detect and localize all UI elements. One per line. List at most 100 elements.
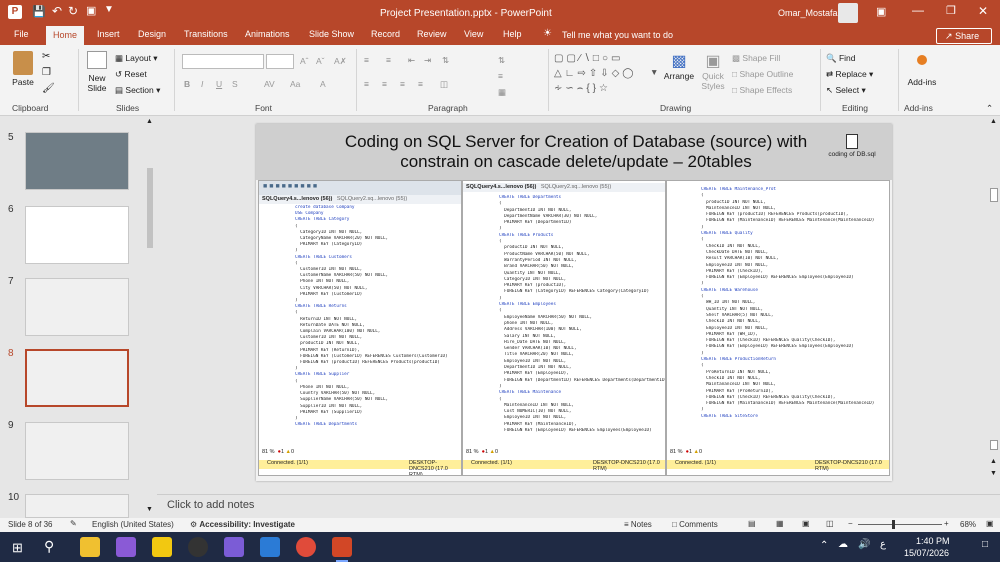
- sql-code[interactable]: create database Company USE Company CREATE…: [259, 205, 461, 441]
- volume-icon[interactable]: 🔊: [858, 539, 870, 550]
- increase-indent-icon[interactable]: ⇥: [424, 55, 431, 66]
- scroll-up-icon[interactable]: ▲: [990, 118, 997, 125]
- maximize-button[interactable]: ❐: [946, 4, 956, 17]
- notes-button[interactable]: ≡ Notes: [624, 520, 652, 529]
- clock-time[interactable]: 1:40 PM: [916, 536, 950, 546]
- select-button[interactable]: ↖ Select ▾: [826, 85, 866, 96]
- cut-icon[interactable]: ✂: [42, 51, 50, 62]
- notification-icon[interactable]: □: [982, 539, 988, 550]
- align-right-icon[interactable]: ≡: [400, 79, 405, 89]
- scrollbar-thumb[interactable]: [147, 168, 153, 248]
- tab-home[interactable]: Home: [46, 26, 85, 45]
- align-text-icon[interactable]: ≡: [498, 71, 503, 81]
- smartart-icon[interactable]: ▦: [498, 87, 506, 98]
- font-name-select[interactable]: [182, 54, 264, 69]
- slide-title[interactable]: Coding on SQL Server for Creation of Dat…: [306, 132, 846, 172]
- zoom-in-icon[interactable]: +: [944, 519, 949, 528]
- strikethrough-icon[interactable]: S: [232, 79, 238, 89]
- slide-sorter-icon[interactable]: ▦: [776, 519, 784, 528]
- cloud-icon[interactable]: ☁: [838, 539, 848, 550]
- qat-customize-icon[interactable]: ▼: [104, 4, 114, 15]
- powerpoint-taskbar-icon[interactable]: [332, 537, 352, 557]
- scroll-up-icon[interactable]: ▲: [146, 118, 153, 125]
- spelling-icon[interactable]: ✎: [70, 519, 77, 528]
- slide-thumbnail-selected[interactable]: [25, 349, 129, 407]
- normal-view-icon[interactable]: ▤: [748, 519, 756, 528]
- app-icon[interactable]: [260, 537, 280, 557]
- chrome-icon[interactable]: [296, 537, 316, 557]
- obs-icon[interactable]: [188, 537, 208, 557]
- tab-transitions[interactable]: Transitions: [184, 29, 228, 39]
- file-explorer-icon[interactable]: [80, 537, 100, 557]
- decrease-font-icon[interactable]: Aˇ: [316, 56, 325, 66]
- fit-slide-icon[interactable]: ▣: [986, 519, 994, 528]
- copy-icon[interactable]: ❐: [42, 67, 51, 78]
- columns-icon[interactable]: ◫: [440, 79, 448, 90]
- section-button[interactable]: ▤ Section ▾: [115, 85, 160, 96]
- scrollbar-thumb[interactable]: [990, 188, 998, 202]
- slide-thumbnail[interactable]: [25, 278, 129, 336]
- tab-help[interactable]: Help: [503, 29, 522, 39]
- tab-animations[interactable]: Animations: [245, 29, 290, 39]
- clock-date[interactable]: 15/07/2026: [904, 548, 949, 558]
- next-slide-icon[interactable]: ▼: [990, 470, 997, 477]
- align-left-icon[interactable]: ≡: [364, 79, 369, 89]
- notes-placeholder[interactable]: Click to add notes: [167, 499, 254, 511]
- notes-pane[interactable]: Click to add notes: [157, 494, 1000, 518]
- zoom-out-icon[interactable]: −: [848, 519, 853, 528]
- prev-slide-icon[interactable]: ▲: [990, 458, 997, 465]
- scroll-down-icon[interactable]: ▼: [146, 506, 153, 513]
- minimize-button[interactable]: —: [912, 3, 924, 17]
- tab-record[interactable]: Record: [371, 29, 400, 39]
- find-button[interactable]: 🔍 Find: [826, 53, 856, 64]
- windows-start-icon[interactable]: ⊞: [12, 540, 23, 556]
- scrollbar-thumb-2[interactable]: [990, 440, 998, 450]
- tab-design[interactable]: Design: [138, 29, 166, 39]
- tab-file[interactable]: File: [14, 29, 29, 39]
- clear-format-icon[interactable]: A✗: [334, 56, 347, 67]
- powerbi-icon[interactable]: [152, 537, 172, 557]
- bold-icon[interactable]: B: [184, 79, 190, 89]
- quick-styles-button[interactable]: ▣ Quick Styles: [698, 51, 728, 91]
- search-icon[interactable]: ⚲: [44, 538, 54, 555]
- tab-review[interactable]: Review: [417, 29, 447, 39]
- decrease-indent-icon[interactable]: ⇤: [408, 55, 415, 66]
- shape-fill-button[interactable]: ▩ Shape Fill: [732, 53, 780, 64]
- close-button[interactable]: ✕: [978, 4, 988, 18]
- paste-button[interactable]: Paste: [10, 51, 36, 87]
- replace-button[interactable]: ⇄ Replace ▾: [826, 69, 873, 80]
- zoom-slider-thumb[interactable]: [892, 520, 895, 529]
- sql-tab-active[interactable]: SQLQuery4.s...lenovo (56)) SQLQuery2.sq.…: [259, 195, 461, 204]
- file-attachment[interactable]: coding of DB.sql: [818, 134, 886, 158]
- avatar[interactable]: [838, 3, 858, 23]
- sql-code[interactable]: CREATE TABLE Departments( DepartmentID I…: [463, 195, 665, 445]
- editor-scrollbar[interactable]: ▲ ▲ ▼: [988, 116, 1000, 494]
- comments-button[interactable]: □ Comments: [672, 520, 718, 529]
- text-direction-icon[interactable]: ⇅: [498, 55, 505, 66]
- char-spacing-icon[interactable]: AV: [264, 79, 275, 89]
- sql-tab-active[interactable]: SQLQuery4.s...lenovo (56)) SQLQuery2.sq.…: [463, 183, 665, 192]
- underline-icon[interactable]: U: [216, 79, 222, 89]
- autosave-icon[interactable]: 💾: [32, 5, 46, 18]
- line-spacing-icon[interactable]: ⇅: [442, 55, 449, 66]
- chevron-up-icon[interactable]: ⌃: [820, 540, 828, 551]
- user-name[interactable]: Omar_Mostafa: [778, 8, 838, 18]
- obsidian-icon[interactable]: [224, 537, 244, 557]
- visual-studio-icon[interactable]: [116, 537, 136, 557]
- share-button[interactable]: ↗ Share: [936, 28, 992, 44]
- format-painter-icon[interactable]: 🖌: [42, 83, 55, 94]
- shape-effects-button[interactable]: □ Shape Effects: [732, 85, 792, 95]
- keyboard-language[interactable]: ع: [880, 539, 886, 550]
- tab-slide-show[interactable]: Slide Show: [309, 29, 354, 39]
- thumbnail-scrollbar[interactable]: ▲ ▼: [144, 116, 156, 518]
- reading-view-icon[interactable]: ▣: [802, 519, 810, 528]
- language-label[interactable]: English (United States): [92, 520, 174, 529]
- shapes-more-icon[interactable]: ▼: [650, 67, 658, 77]
- slide-thumbnail[interactable]: [25, 422, 129, 480]
- slideshow-view-icon[interactable]: ◫: [826, 519, 834, 528]
- justify-icon[interactable]: ≡: [418, 79, 423, 89]
- align-center-icon[interactable]: ≡: [382, 79, 387, 89]
- shapes-gallery[interactable]: ▢▢∕∖□○▭ △∟⇨⇧⇩◇◯ ∻∽⌢{}☆: [554, 51, 654, 99]
- zoom-percent[interactable]: 68%: [960, 520, 976, 529]
- tell-me-input[interactable]: Tell me what you want to do: [562, 30, 673, 40]
